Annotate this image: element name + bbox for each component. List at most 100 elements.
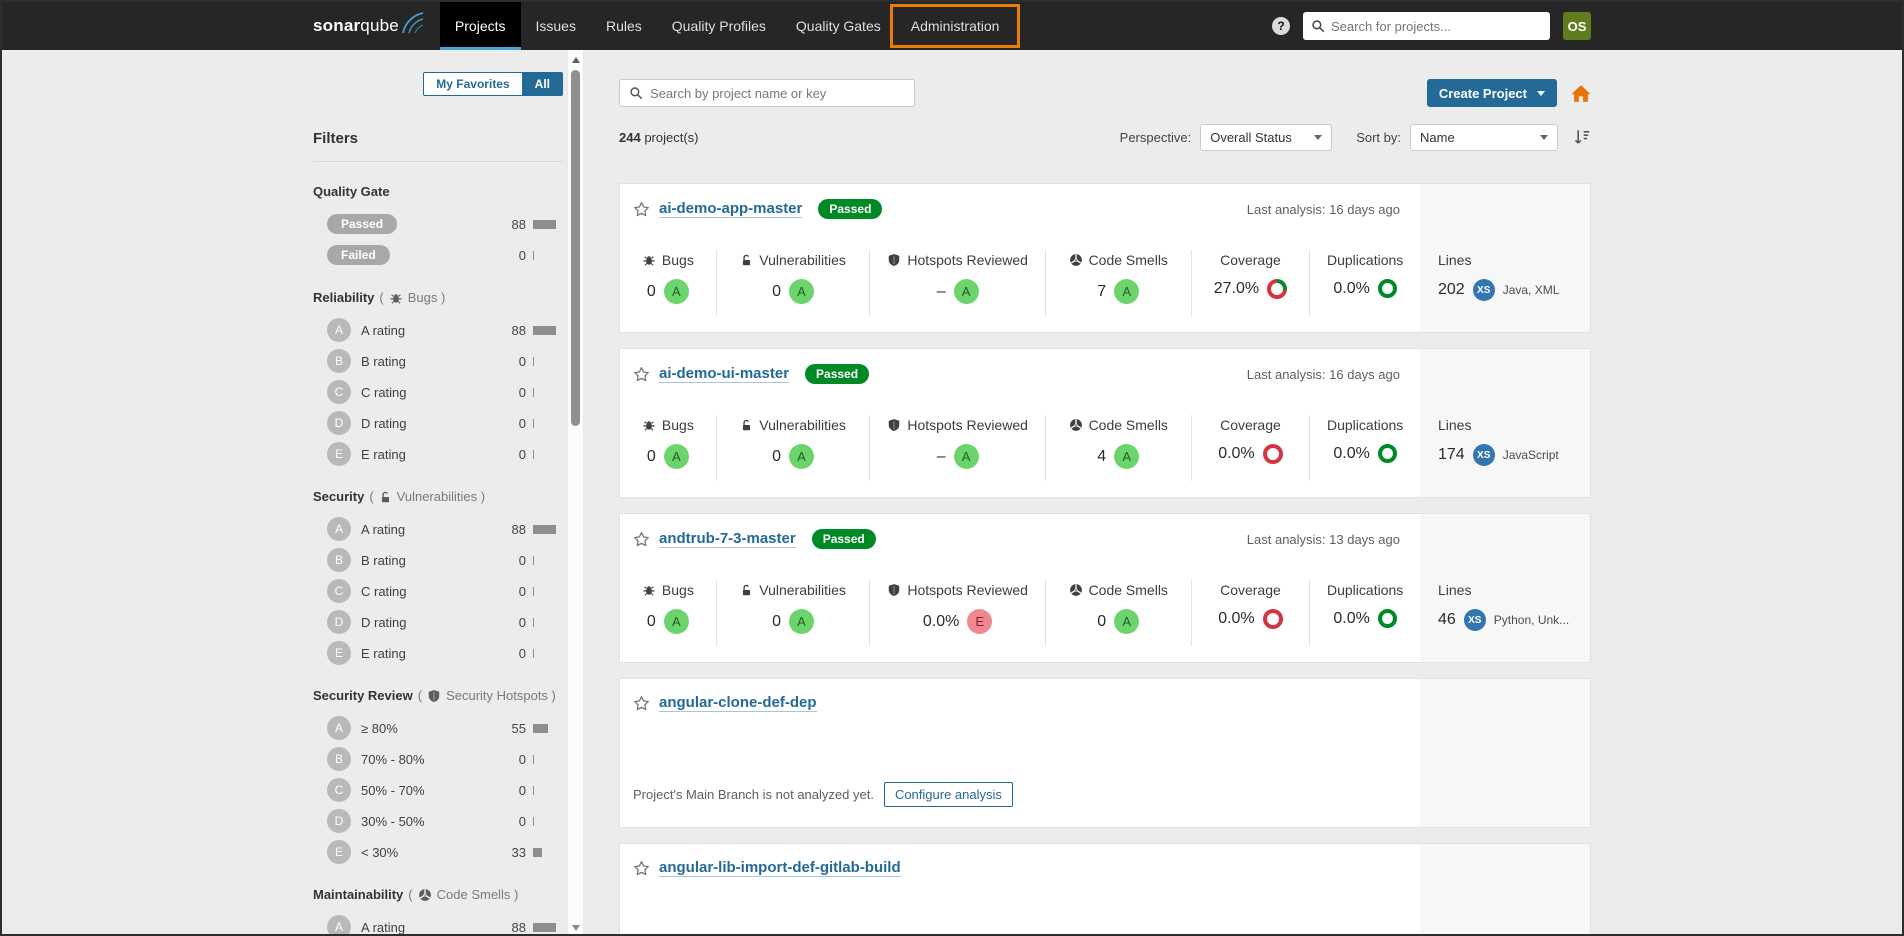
filter-histogram-bar <box>533 922 563 932</box>
home-icon[interactable] <box>1571 84 1591 103</box>
facet-header[interactable]: Quality Gate <box>313 184 563 199</box>
favorite-star-icon[interactable] <box>633 531 650 548</box>
filter-label: D rating <box>361 614 407 630</box>
filter-security-review-30[interactable]: E < 30% 33 <box>327 839 563 865</box>
nav-item-rules[interactable]: Rules <box>591 2 657 50</box>
rating-badge-a: A <box>789 444 815 469</box>
nav-item-projects[interactable]: Projects <box>439 2 521 50</box>
chevron-down-icon <box>1537 90 1545 96</box>
measure-bugs: Bugs 0 A <box>620 580 717 646</box>
filter-count: 33 <box>511 844 526 860</box>
coverage-value: 0.0% <box>1218 610 1255 627</box>
toggle-all[interactable]: All <box>521 72 563 96</box>
rating-chip-d: D <box>327 411 351 435</box>
filter-histogram-bar <box>533 219 563 229</box>
measure-label: Hotspots Reviewed <box>907 252 1028 268</box>
filter-security-review-30-50[interactable]: D 30% - 50% 0 <box>327 808 563 834</box>
rating-chip-e: E <box>327 641 351 665</box>
filter-reliability-a-rating[interactable]: A A rating 88 <box>327 317 563 343</box>
project-name-link[interactable]: ai-demo-app-master <box>659 200 803 219</box>
scrollbar-thumb[interactable] <box>571 70 580 426</box>
user-avatar[interactable]: OS <box>1563 12 1591 40</box>
project-search[interactable] <box>619 79 915 107</box>
filter-security-review-70-80[interactable]: B 70% - 80% 0 <box>327 746 563 772</box>
favorite-star-icon[interactable] <box>633 860 650 877</box>
measure-vulnerabilities: Vulnerabilities 0 A <box>717 580 871 646</box>
filter-security-review-50-70[interactable]: C 50% - 70% 0 <box>327 777 563 803</box>
shield-icon <box>887 253 901 267</box>
facet-header[interactable]: Security(Vulnerabilities ) <box>313 489 563 504</box>
lines-value: 202 <box>1438 281 1465 298</box>
global-search-input[interactable] <box>1331 18 1542 34</box>
perspective-select[interactable]: Overall Status <box>1200 123 1333 151</box>
project-card-list: ai-demo-app-master Passed Last analysis: 1… <box>619 183 1591 934</box>
create-project-button[interactable]: Create Project <box>1426 79 1557 107</box>
top-navbar: sonar qube Projects Issues Rules Quality Pro… <box>2 2 1902 50</box>
facet-header[interactable]: Maintainability(Code Smells ) <box>313 887 563 902</box>
filter-reliability-c-rating[interactable]: C C rating 0 <box>327 379 563 405</box>
filter-histogram-bar <box>533 524 563 534</box>
favorite-star-icon[interactable] <box>633 366 650 383</box>
filter-quality-gate-passed[interactable]: Passed 88 <box>327 211 563 237</box>
filter-count: 0 <box>518 446 526 462</box>
scroll-up-icon[interactable] <box>568 52 583 68</box>
rating-chip-a: A <box>327 716 351 740</box>
project-languages: Java, XML <box>1502 283 1560 297</box>
filter-security-e-rating[interactable]: E E rating 0 <box>327 640 563 666</box>
sonarqube-logo[interactable]: sonar qube <box>313 12 426 36</box>
filter-security-c-rating[interactable]: C C rating 0 <box>327 578 563 604</box>
filter-quality-gate-failed[interactable]: Failed 0 <box>327 242 563 268</box>
bugs-value: 0 <box>646 282 656 300</box>
project-size-badge: XS <box>1472 444 1495 466</box>
measure-label: Vulnerabilities <box>759 417 846 433</box>
rating-badge-a: A <box>953 279 979 304</box>
filter-reliability-d-rating[interactable]: D D rating 0 <box>327 410 563 436</box>
project-name-link[interactable]: angular-lib-import-def-gitlab-build <box>659 859 901 878</box>
nav-item-quality-profiles[interactable]: Quality Profiles <box>657 2 781 50</box>
facet-list: Quality Gate Passed 88 Failed 0 Reliability(B… <box>313 184 563 934</box>
facet-title: Security <box>313 489 365 504</box>
bug-icon <box>642 253 656 267</box>
vulnerabilities-value: 0 <box>772 282 782 300</box>
measure-label: Coverage <box>1220 417 1281 433</box>
filter-security-a-rating[interactable]: A A rating 88 <box>327 516 563 542</box>
lines-label: Lines <box>1438 582 1472 598</box>
nav-item-issues[interactable]: Issues <box>521 2 591 50</box>
filter-security-d-rating[interactable]: D D rating 0 <box>327 609 563 635</box>
project-name-link[interactable]: ai-demo-ui-master <box>659 365 790 384</box>
favorite-star-icon[interactable] <box>633 695 650 712</box>
rating-chip-e: E <box>327 442 351 466</box>
nav-item-quality-gates[interactable]: Quality Gates <box>781 2 896 50</box>
toggle-my-favorites[interactable]: My Favorites <box>423 72 522 96</box>
filter-maintainability-a-rating[interactable]: A A rating 88 <box>327 914 563 934</box>
global-search[interactable] <box>1303 12 1550 40</box>
nav-item-administration[interactable]: Administration <box>889 2 1021 50</box>
filter-reliability-b-rating[interactable]: B B rating 0 <box>327 348 563 374</box>
filter-histogram-bar <box>533 325 563 335</box>
filters-heading: Filters <box>313 130 359 147</box>
codesmell-icon <box>1069 583 1083 597</box>
project-name-link[interactable]: andtrub-7-3-master <box>659 530 796 549</box>
sort-direction-icon[interactable] <box>1573 128 1591 146</box>
last-analysis-text: Last analysis: 13 days ago <box>1246 532 1400 547</box>
filter-reliability-e-rating[interactable]: E E rating 0 <box>327 441 563 467</box>
filter-security-review-80[interactable]: A ≥ 80% 55 <box>327 715 563 741</box>
measure-hotspots-reviewed: Hotspots Reviewed 0.0% E <box>870 580 1046 646</box>
scroll-down-icon[interactable] <box>568 920 583 934</box>
configure-analysis-button[interactable]: Configure analysis <box>883 782 1013 807</box>
sidebar-scrollbar[interactable] <box>567 50 584 934</box>
measure-vulnerabilities: Vulnerabilities 0 A <box>717 250 871 316</box>
help-icon[interactable]: ? <box>1272 17 1290 35</box>
project-name-link[interactable]: angular-clone-def-dep <box>659 694 817 713</box>
rating-chip-a: A <box>327 915 351 934</box>
filter-label: C rating <box>361 384 407 400</box>
facet-header[interactable]: Reliability(Bugs ) <box>313 290 563 305</box>
lines-cell: Lines 174 XS JavaScript <box>1420 349 1590 497</box>
favorite-star-icon[interactable] <box>633 201 650 218</box>
filter-histogram-bar <box>533 754 563 764</box>
sort-by-select[interactable]: Name <box>1410 123 1558 151</box>
facet-title: Maintainability <box>313 887 404 902</box>
project-search-input[interactable] <box>650 85 905 101</box>
filter-security-b-rating[interactable]: B B rating 0 <box>327 547 563 573</box>
facet-header[interactable]: Security Review(Security Hotspots ) <box>313 688 563 703</box>
